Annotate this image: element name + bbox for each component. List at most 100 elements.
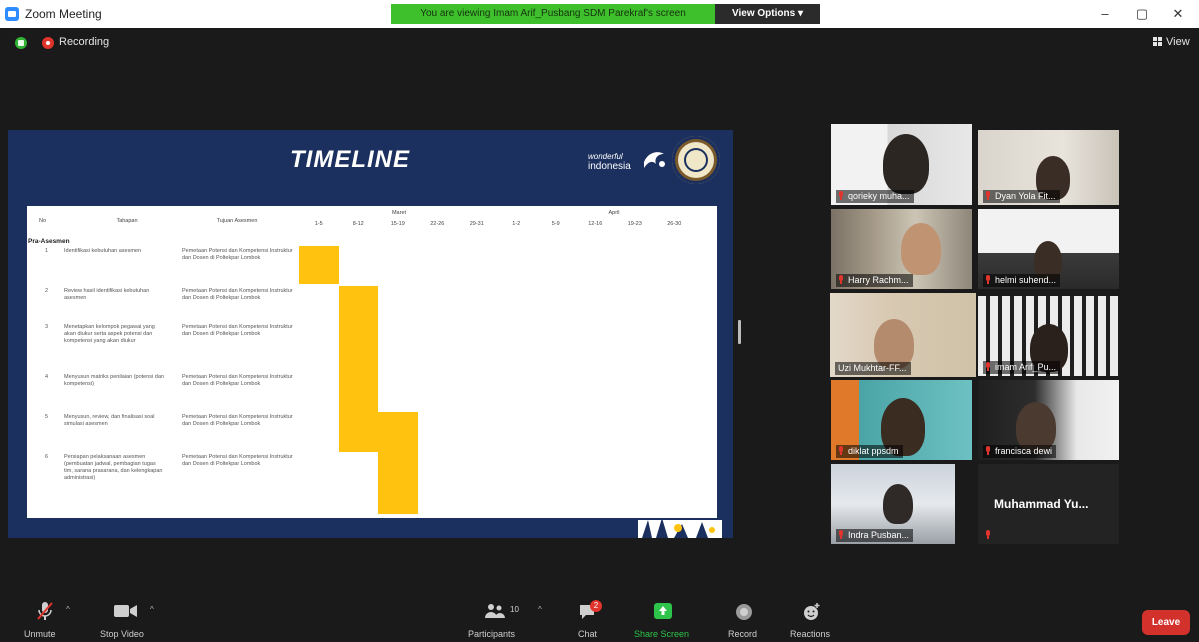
row-number: 6 — [45, 454, 49, 460]
participant-name-tag: Indra Pusban... — [836, 529, 914, 542]
date-column-header: 19-23 — [627, 221, 642, 227]
date-column-header: 12-16 — [588, 221, 603, 227]
header-tujuan: Tujuan Asesmen — [216, 218, 258, 224]
mic-muted-icon — [985, 362, 991, 371]
participant-tile[interactable]: helmi suhend... — [978, 209, 1119, 289]
slide-title: TIMELINE — [290, 146, 410, 173]
header-tahapan: Tahapan — [116, 218, 138, 224]
row-number: 2 — [45, 288, 49, 294]
video-options-chevron-icon[interactable]: ^ — [150, 605, 154, 614]
participants-icon — [485, 604, 505, 618]
row-tujuan: Pemetaan Potensi dan Kompetensi Instrukt… — [182, 454, 293, 467]
participant-name-tag: diklat ppsdm — [836, 445, 903, 458]
encryption-shield-icon[interactable] — [15, 37, 27, 49]
row-tahapan: Menyusun, review, dan finalisasi soal si… — [64, 414, 155, 427]
row-number: 4 — [45, 374, 49, 380]
timeline-bar — [378, 452, 418, 514]
participant-tile[interactable]: Dyan Yola Fit... — [978, 130, 1119, 205]
record-icon — [736, 604, 752, 620]
participants-count: 10 — [510, 605, 519, 614]
date-column-header: 26-30 — [667, 221, 682, 227]
person-silhouette — [883, 484, 913, 524]
participant-name-tag: helmi suhend... — [983, 274, 1061, 287]
timeline-table: No Tahapan Tujuan Asesmen Maret April 1-… — [27, 206, 717, 518]
recording-label[interactable]: Recording — [59, 36, 109, 48]
date-column-header: 1-2 — [512, 221, 521, 227]
date-column-header: 8-12 — [352, 221, 364, 227]
mic-muted-icon — [985, 530, 991, 539]
brand-line-1: wonderful — [588, 152, 623, 161]
row-tujuan: Pemetaan Potensi dan Kompetensi Instrukt… — [182, 324, 293, 337]
participant-name-tag: Dyan Yola Fit... — [983, 190, 1060, 203]
person-silhouette — [901, 223, 941, 275]
mic-muted-icon — [838, 275, 844, 284]
participant-tile-active-speaker[interactable]: Uzi Mukhtar-FF... — [830, 293, 976, 377]
panel-splitter-handle[interactable] — [738, 320, 741, 344]
recording-icon — [42, 37, 54, 49]
header-month-march: Maret — [391, 210, 407, 216]
screen-share-banner: You are viewing Imam Arif_Pusbang SDM Pa… — [391, 4, 715, 24]
participant-name-tag: imam Arif_Pu... — [983, 361, 1061, 374]
zoom-logo-icon — [5, 7, 19, 21]
reactions-smiley-icon — [804, 603, 820, 620]
participants-options-chevron-icon[interactable]: ^ — [538, 605, 542, 614]
mic-muted-icon — [838, 446, 844, 455]
view-options-button[interactable]: View Options ▾ — [715, 4, 820, 24]
wonderful-indonesia-logo: wonderful indonesia — [588, 146, 673, 180]
participant-tile[interactable]: imam Arif_Pu... — [978, 296, 1119, 376]
participant-tile[interactable]: diklat ppsdm — [831, 380, 972, 460]
row-tujuan: Pemetaan Potensi dan Kompetensi Instrukt… — [182, 248, 293, 261]
date-column-header: 5-9 — [551, 221, 560, 227]
grid-view-icon — [1153, 37, 1162, 46]
video-camera-icon — [114, 605, 137, 617]
mic-muted-icon — [985, 275, 991, 284]
row-tahapan: Menetapkan kelompok pegawai yang akan di… — [64, 324, 155, 344]
header-no: No — [39, 218, 47, 224]
leave-meeting-button[interactable]: Leave — [1142, 610, 1190, 635]
row-number: 1 — [45, 248, 49, 254]
view-label: View — [1166, 36, 1190, 48]
row-tujuan: Pemetaan Potensi dan Kompetensi Instrukt… — [182, 288, 293, 301]
brand-line-2: indonesia — [588, 161, 631, 172]
timeline-bar — [299, 246, 339, 284]
row-number: 5 — [45, 414, 49, 420]
participant-tile[interactable]: Indra Pusban... — [831, 464, 955, 544]
row-tahapan: Menyusun matriks penilaian (potensi dan … — [64, 374, 164, 387]
row-tujuan: Pemetaan Potensi dan Kompetensi Instrukt… — [182, 374, 293, 387]
mic-muted-icon — [985, 191, 991, 200]
mic-muted-icon — [985, 446, 991, 455]
header-month-april: April — [608, 210, 620, 216]
participant-tile[interactable]: francisca dewi — [978, 380, 1119, 460]
title-bar: Zoom Meeting You are viewing Imam Arif_P… — [0, 0, 1199, 28]
mic-muted-icon — [838, 530, 844, 539]
window-title: Zoom Meeting — [25, 7, 102, 21]
participant-tile[interactable]: qorieky muha... — [831, 124, 972, 205]
date-column-header: 15-19 — [390, 221, 405, 227]
timeline-bar — [338, 322, 378, 372]
date-column-header: 29-31 — [469, 221, 484, 227]
participant-tile[interactable]: Harry Rachm... — [831, 209, 972, 289]
shared-screen-slide: TIMELINE wonderful indonesia No Tahapan … — [8, 130, 733, 538]
ministry-seal-icon — [672, 136, 720, 184]
row-tahapan: Identifikasi kebutuhan asesmen — [64, 248, 142, 254]
close-button[interactable]: ✕ — [1163, 4, 1193, 24]
mic-muted-icon — [838, 191, 844, 200]
maximize-button[interactable]: ▢ — [1127, 4, 1157, 24]
share-screen-icon — [654, 603, 672, 619]
participant-name-tag: qorieky muha... — [836, 190, 914, 203]
participant-name-tag: Uzi Mukhtar-FF... — [835, 362, 911, 375]
row-tahapan: Review hasil identifikasi kebutuhan ases… — [64, 288, 150, 301]
timeline-bar — [338, 286, 378, 324]
date-column-header: 1-5 — [314, 221, 323, 227]
participant-name-tag: Harry Rachm... — [836, 274, 913, 287]
minimize-button[interactable]: – — [1090, 4, 1120, 24]
slide-ornament — [638, 518, 722, 538]
audio-options-chevron-icon[interactable]: ^ — [66, 605, 70, 614]
view-button[interactable]: View — [1153, 36, 1190, 48]
section-label: Pra-Asesmen — [28, 238, 70, 245]
participant-name-tag: francisca dewi — [983, 445, 1057, 458]
chat-unread-badge: 2 — [590, 600, 602, 612]
row-number: 3 — [45, 324, 49, 330]
row-tahapan: Persiapan pelaksanaan asesmen (pembuatan… — [64, 454, 163, 481]
timeline-bar — [338, 412, 418, 452]
